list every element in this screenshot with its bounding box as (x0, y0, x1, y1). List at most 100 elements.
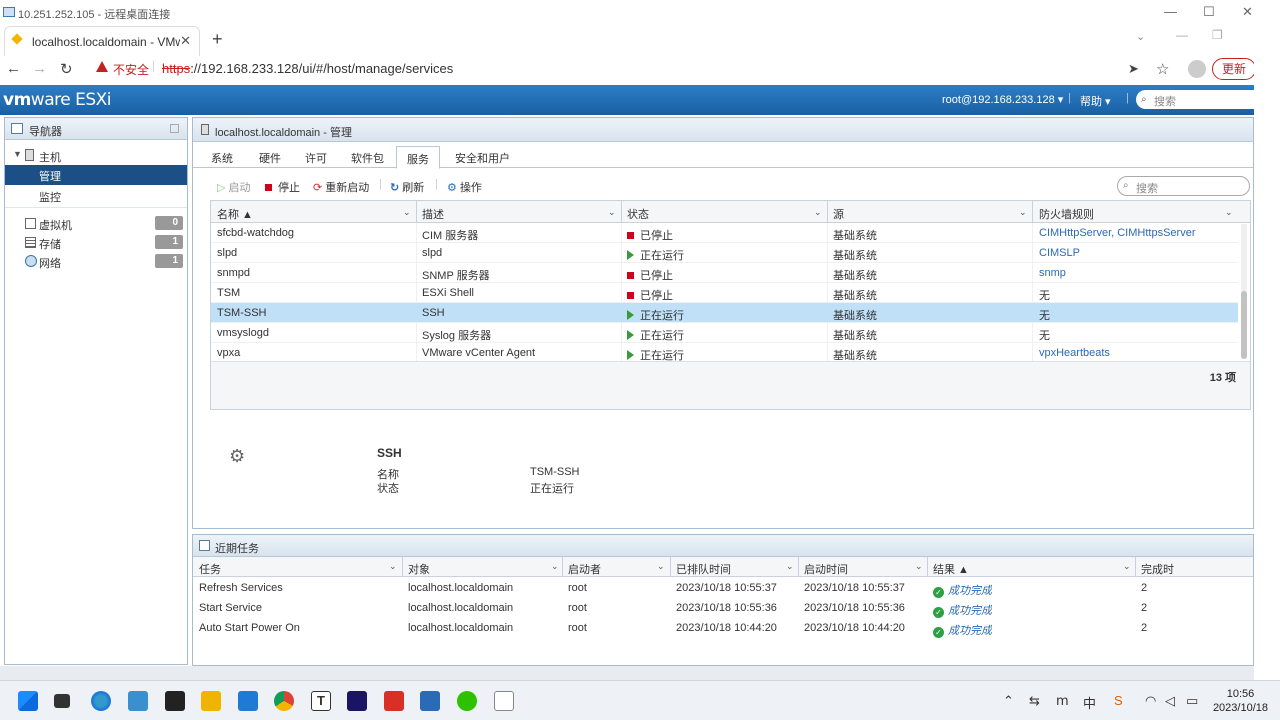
table-row[interactable]: vpxa VMware vCenter Agent 正在运行 基础系统 vpxHeart… (211, 343, 1238, 363)
column-initiator[interactable]: 启动者 (568, 561, 601, 577)
wps-icon[interactable] (384, 691, 404, 711)
update-button[interactable]: 更新 (1212, 58, 1256, 80)
column-queued[interactable]: 已排队时间 (676, 561, 731, 577)
notepad-icon[interactable] (494, 691, 514, 711)
edge-icon[interactable] (91, 691, 111, 711)
task-row[interactable]: Refresh Services localhost.localdomain roo… (193, 578, 1253, 598)
vscode-icon[interactable] (238, 691, 258, 711)
collapse-icon[interactable] (170, 124, 179, 133)
tab-services[interactable]: 服务 (396, 146, 440, 169)
chevron-down-icon[interactable]: ⌄ (814, 207, 822, 218)
intellij-icon[interactable] (347, 691, 367, 711)
wifi-icon[interactable]: ◠ (1145, 693, 1156, 709)
tray-chevron-icon[interactable]: ⌃ (1003, 693, 1014, 709)
minimize-icon[interactable]: — (1164, 4, 1177, 19)
remote-app-icon[interactable] (128, 691, 148, 711)
tray-sogou-icon[interactable]: S (1114, 693, 1123, 708)
sidebar-item-manage[interactable]: 管理 (5, 165, 187, 185)
tray-app-icon[interactable]: ⅿ (1056, 693, 1069, 709)
chevron-down-icon[interactable]: ⌄ (1019, 207, 1027, 218)
grid-search-input[interactable]: 搜索 (1117, 176, 1250, 196)
browser-tab[interactable]: localhost.localdomain - VMwa ✕ (4, 26, 200, 56)
insecure-label[interactable]: 不安全 (113, 61, 149, 78)
grid-scroll-thumb[interactable] (1241, 291, 1247, 359)
typora-icon[interactable]: T (311, 691, 331, 711)
cell-fw[interactable]: CIMSLP (1039, 247, 1239, 259)
column-name[interactable]: 名称 ▲ (217, 206, 253, 222)
table-row[interactable]: sfcbd-watchdog CIM 服务器 已停止 基础系统 CIMHttpServe… (211, 223, 1238, 243)
terminal-icon[interactable] (165, 691, 185, 711)
tab-hardware[interactable]: 硬件 (259, 150, 281, 166)
table-row[interactable]: slpd slpd 正在运行 基础系统 CIMSLP (211, 243, 1238, 263)
task-view-icon[interactable] (54, 694, 70, 708)
volume-icon[interactable]: ◁ (1165, 693, 1175, 709)
column-started[interactable]: 启动时间 (804, 561, 848, 577)
refresh-button[interactable]: ↻ 刷新 (390, 179, 424, 195)
browser-bottom-scrollbar[interactable] (0, 666, 1254, 680)
close-icon[interactable]: ✕ (1242, 4, 1253, 20)
maximize-icon[interactable]: ☐ (1203, 4, 1215, 20)
windows-start-icon[interactable] (18, 691, 38, 711)
tab-search-icon[interactable]: ⌄ (1136, 30, 1145, 43)
forward-icon[interactable]: → (32, 60, 47, 77)
sidebar-item-monitor[interactable]: 监控 (5, 186, 187, 206)
actions-button[interactable]: ⚙ 操作 (447, 179, 482, 195)
tab-license[interactable]: 许可 (305, 150, 327, 166)
chevron-down-icon[interactable]: ⌄ (915, 561, 923, 572)
stop-button[interactable]: 停止 (265, 179, 300, 195)
chevron-down-icon[interactable]: ⌄ (786, 561, 794, 572)
help-menu[interactable]: 帮助 ▾ (1080, 93, 1111, 109)
sidebar-item-network[interactable]: 网络 1 (5, 252, 187, 272)
tab-packages[interactable]: 软件包 (351, 150, 384, 166)
tray-ime-icon[interactable]: 中 (1083, 693, 1096, 712)
restart-button[interactable]: ⟳ 重新启动 (313, 179, 369, 195)
chevron-down-icon[interactable]: ⌄ (389, 561, 397, 572)
bookmark-star-icon[interactable]: ☆ (1156, 60, 1169, 78)
table-row[interactable]: TSM ESXi Shell 已停止 基础系统 无 (211, 283, 1238, 303)
back-icon[interactable]: ← (6, 60, 21, 77)
column-task[interactable]: 任务 (199, 561, 221, 577)
column-firewall[interactable]: 防火墙规则 (1039, 206, 1094, 222)
reload-icon[interactable]: ↻ (60, 60, 73, 78)
task-row[interactable]: Auto Start Power On localhost.localdomain… (193, 618, 1253, 638)
chevron-down-icon[interactable]: ⌄ (1123, 561, 1131, 572)
start-button[interactable]: ▷ 启动 (217, 179, 251, 195)
table-row[interactable]: vmsyslogd Syslog 服务器 正在运行 基础系统 无 (211, 323, 1238, 343)
browser-minimize-icon[interactable]: — (1176, 28, 1188, 42)
sidebar-item-host[interactable]: ▼ 主机 (5, 146, 187, 166)
chevron-down-icon[interactable]: ⌄ (551, 561, 559, 572)
column-description[interactable]: 描述 (422, 206, 444, 222)
column-result[interactable]: 结果 ▲ (933, 561, 969, 577)
chevron-down-icon[interactable]: ⌄ (1225, 207, 1233, 218)
battery-icon[interactable]: ▭ (1186, 693, 1198, 709)
table-row[interactable]: TSM-SSH SSH 正在运行 基础系统 无 (211, 303, 1238, 323)
column-status[interactable]: 状态 (627, 206, 649, 222)
tab-security-users[interactable]: 安全和用户 (455, 150, 510, 166)
column-source[interactable]: 源 (833, 206, 844, 222)
cell-fw[interactable]: CIMHttpServer, CIMHttpsServer (1039, 227, 1239, 239)
file-explorer-icon[interactable] (201, 691, 221, 711)
url-input[interactable]: https://192.168.233.128/ui/#/host/manage… (162, 61, 453, 76)
profile-avatar-icon[interactable] (1188, 60, 1206, 78)
sidebar-item-vms[interactable]: 虚拟机 0 (5, 214, 187, 234)
send-icon[interactable]: ➤ (1128, 61, 1139, 77)
tray-network-adapter-icon[interactable]: ⇆ (1029, 693, 1040, 709)
system-clock[interactable]: 10:56 2023/10/18 (1213, 687, 1268, 715)
chevron-down-icon[interactable]: ⌄ (657, 561, 665, 572)
expand-caret-icon[interactable]: ▼ (13, 149, 22, 159)
chrome-icon[interactable] (274, 691, 294, 711)
new-tab-icon[interactable]: + (212, 29, 223, 50)
user-menu[interactable]: root@192.168.233.128 ▾ (942, 93, 1063, 106)
cell-fw[interactable]: vpxHeartbeats (1039, 347, 1239, 359)
tab-system[interactable]: 系统 (211, 150, 233, 166)
table-row[interactable]: snmpd SNMP 服务器 已停止 基础系统 snmp (211, 263, 1238, 283)
sidebar-item-storage[interactable]: 存储 1 (5, 233, 187, 253)
tab-close-icon[interactable]: ✕ (180, 33, 191, 49)
column-target[interactable]: 对象 (408, 561, 430, 577)
rdp-taskbar-icon[interactable] (420, 691, 440, 711)
browser-restore-icon[interactable]: ❐ (1212, 28, 1223, 42)
wechat-icon[interactable] (457, 691, 477, 711)
task-row[interactable]: Start Service localhost.localdomain root 20… (193, 598, 1253, 618)
cell-fw[interactable]: snmp (1039, 267, 1239, 279)
chevron-down-icon[interactable]: ⌄ (608, 207, 616, 218)
